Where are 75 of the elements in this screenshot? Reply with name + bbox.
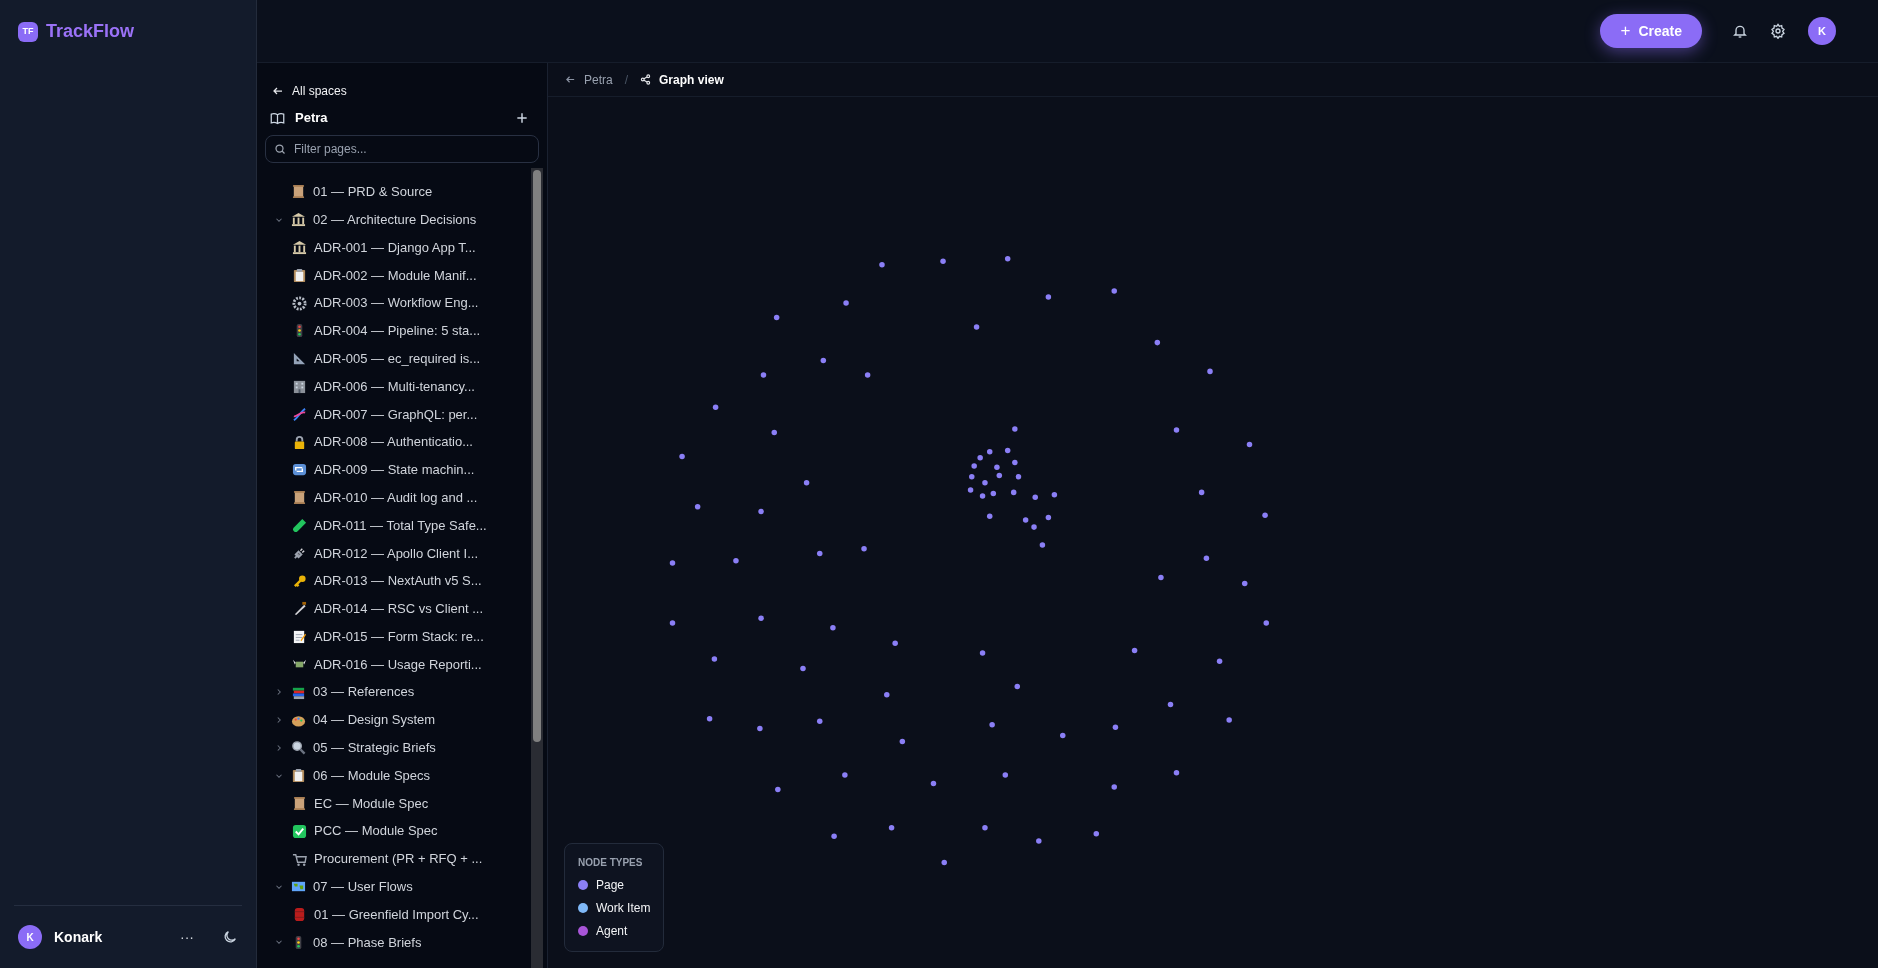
tree-item[interactable]: ADR-002 — Module Manif... (257, 261, 531, 290)
tree-item[interactable]: PCC — Module Spec (257, 817, 531, 846)
columns-building-icon (292, 240, 307, 255)
filter-field[interactable]: Filter pages... (265, 135, 539, 163)
key-icon (292, 573, 307, 589)
breadcrumb-link[interactable]: Petra (584, 70, 613, 89)
tree-item[interactable]: ADR-013 — NextAuth v5 S... (257, 567, 531, 595)
tree-item[interactable]: 05 — Strategic Briefs (257, 733, 531, 762)
back-arrow-icon[interactable] (565, 74, 576, 85)
breadcrumb-current: Graph view (659, 71, 724, 89)
tree-item[interactable]: 06 — Module Specs (257, 761, 531, 790)
more-button[interactable]: ··· (176, 926, 198, 948)
app-name[interactable]: TrackFlow (46, 18, 135, 45)
tree-item[interactable]: 01 — Greenfield Import Cy... (257, 900, 531, 929)
scroll-icon (291, 184, 306, 200)
logo-icon[interactable]: TF (18, 21, 38, 42)
scrollbar[interactable] (531, 168, 543, 968)
create-button[interactable]: + Create (1600, 14, 1702, 48)
tree-item[interactable]: ADR-005 — ec_required is... (257, 344, 531, 373)
gear-icon (292, 295, 307, 311)
book-icon (270, 110, 285, 126)
tree-item[interactable]: ADR-007 — GraphQL: per... (257, 400, 531, 429)
tree-item[interactable]: Procurement (PR + RFQ + ... (257, 845, 531, 873)
add-page-icon[interactable] (515, 111, 529, 125)
columns-building-icon (291, 212, 306, 228)
dna-icon (292, 406, 307, 422)
repeat-icon (292, 462, 307, 478)
search-icon (274, 143, 286, 155)
tree-item[interactable]: 07 — User Flows (257, 872, 531, 901)
scroll-icon (292, 795, 307, 811)
tree-item[interactable]: EC — Module Spec (257, 789, 531, 818)
tree-item[interactable]: ADR-003 — Workflow Eng... (257, 289, 531, 317)
tree-item[interactable]: ADR-016 — Usage Reporti... (257, 650, 531, 679)
legend-label: Agent (596, 923, 628, 940)
saw-icon (292, 601, 307, 617)
tree-item[interactable]: ADR-010 — Audit log and ... (257, 483, 531, 512)
tree-item[interactable]: ADR-001 — Django App T... (257, 233, 531, 262)
tree-item[interactable]: ADR-011 — Total Type Safe... (257, 511, 531, 540)
check-mark-icon (292, 823, 307, 839)
settings-icon[interactable] (1770, 23, 1786, 39)
legend-label: Work Item (596, 900, 651, 917)
notification-bell-icon[interactable] (1732, 23, 1748, 39)
all-spaces-link[interactable]: All spaces (292, 81, 347, 100)
scroll-icon (292, 490, 307, 506)
clipboard-icon (292, 267, 307, 283)
share-nodes-icon (640, 74, 652, 85)
tree-item[interactable]: ADR-015 — Form Stack: re... (257, 622, 531, 651)
tree-item[interactable]: 08 — Phase Briefs (257, 928, 531, 957)
tree-item[interactable]: ADR-008 — Authenticatio... (257, 428, 531, 456)
user-avatar[interactable]: K (1808, 17, 1836, 45)
tree-item[interactable]: 03 — References (257, 678, 531, 707)
memo-icon (292, 629, 307, 645)
magnifier-icon (291, 740, 306, 756)
tree-item[interactable]: 01 — PRD & Source (257, 178, 531, 206)
barrel-icon (292, 907, 307, 923)
tree-item[interactable]: ADR-006 — Multi-tenancy... (257, 372, 531, 401)
cart-icon (292, 851, 307, 867)
tree-item[interactable]: ADR-009 — State machin... (257, 455, 531, 484)
breadcrumb-separator: / (624, 71, 629, 89)
legend-title: NODE TYPES (578, 856, 644, 870)
tree-item[interactable]: 02 — Architecture Decisions (257, 205, 531, 234)
test-tube-icon (292, 517, 307, 533)
legend-label: Page (596, 877, 625, 894)
office-building-icon (292, 378, 307, 394)
triangle-ruler-icon (292, 351, 307, 367)
tree-item[interactable]: ADR-014 — RSC vs Client ... (257, 594, 531, 623)
user-avatar[interactable]: K (18, 925, 42, 949)
space-name: Petra (295, 109, 329, 128)
tree-item[interactable]: 04 — Design System (257, 706, 531, 734)
clipboard-icon (291, 768, 306, 784)
tree-item[interactable]: ADR-004 — Pipeline: 5 sta... (257, 317, 531, 345)
lock-icon (292, 434, 307, 450)
tree-item[interactable]: ADR-012 — Apollo Client I... (257, 539, 531, 568)
theme-moon-icon[interactable] (222, 929, 238, 945)
user-name: Konark (54, 927, 104, 947)
